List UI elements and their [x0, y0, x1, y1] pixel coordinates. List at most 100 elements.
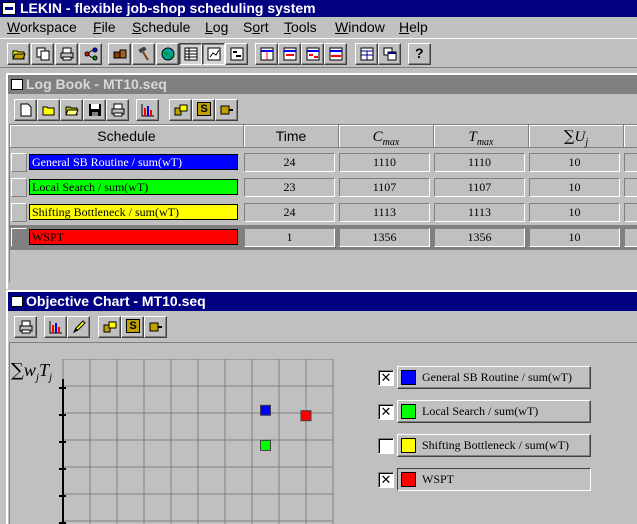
logbook-plugin-button[interactable] [215, 99, 238, 121]
logbook-rules-button[interactable] [169, 99, 192, 121]
cascade-button[interactable] [378, 43, 401, 65]
column-header-schedule[interactable]: Schedule [10, 125, 244, 148]
legend-item-shifting-bottleneck[interactable]: Shifting Bottleneck / sum(wT) [397, 434, 591, 457]
chart-print-button[interactable] [14, 316, 37, 338]
chart-edit-button[interactable] [67, 316, 90, 338]
schedule-name-cell[interactable]: Local Search / sum(wT) [29, 179, 238, 195]
legend-item-general-sb[interactable]: General SB Routine / sum(wT) [397, 366, 591, 389]
menu-sort[interactable]: Sort [243, 18, 269, 36]
legend-item-local-search[interactable]: Local Search / sum(wT) [397, 400, 591, 423]
gantt-detail-button[interactable] [324, 43, 347, 65]
folder-icon [65, 106, 79, 116]
row-marker[interactable] [11, 228, 27, 247]
help-button[interactable]: ? [408, 43, 431, 65]
pencil-icon [72, 320, 86, 334]
plot-points [260, 404, 312, 451]
windows-icon [383, 47, 397, 61]
logbook-folder-button[interactable] [60, 99, 83, 121]
extra-cell [624, 203, 637, 222]
gantt-job-button[interactable] [278, 43, 301, 65]
time-cell: 24 [244, 153, 335, 172]
logbook-new-button[interactable] [14, 99, 37, 121]
column-header-sum-uj[interactable]: ∑Uj [529, 125, 624, 148]
legend-checkbox-local-search[interactable]: ✕ [378, 404, 394, 420]
data-point[interactable] [300, 410, 312, 422]
time-cell: 23 [244, 178, 335, 197]
sum-uj-cell: 10 [529, 178, 620, 197]
legend-checkbox-shifting-bottleneck[interactable] [378, 438, 394, 454]
row-marker[interactable] [11, 203, 27, 222]
machines-button[interactable] [108, 43, 131, 65]
legend-checkbox-general-sb[interactable]: ✕ [378, 370, 394, 386]
legend-item-wspt[interactable]: WSPT [397, 468, 591, 491]
logbook-table: Schedule Time Cmax Tmax ∑Uj General SB R… [9, 124, 637, 282]
menu-file[interactable]: File [93, 18, 116, 36]
menu-help[interactable]: Help [399, 18, 428, 36]
chart-s-button[interactable]: S [121, 316, 144, 338]
objective-chart-window-icon[interactable] [11, 296, 23, 307]
bar-chart-icon [49, 321, 62, 334]
data-point[interactable] [260, 404, 271, 416]
tmax-cell: 1356 [434, 228, 525, 247]
schedule-name-cell[interactable]: WSPT [29, 229, 238, 245]
chart-plugin-button[interactable] [144, 316, 167, 338]
legend-checkbox-wspt[interactable]: ✕ [378, 472, 394, 488]
cmax-cell: 1107 [339, 178, 430, 197]
menu-schedule[interactable]: Schedule [132, 18, 190, 36]
gantt-compare-button[interactable] [301, 43, 324, 65]
column-header-cmax[interactable]: Cmax [339, 125, 434, 148]
legend-swatch [401, 370, 416, 385]
logbook-window-icon[interactable] [11, 79, 23, 90]
gantt-machine-button[interactable] [255, 43, 278, 65]
menu-workspace[interactable]: Workspace [7, 18, 77, 36]
hammer-button[interactable] [132, 43, 155, 65]
chart-bar-button[interactable] [44, 316, 67, 338]
open-icon [12, 50, 26, 60]
copy-button[interactable] [31, 43, 54, 65]
tile-button[interactable] [355, 43, 378, 65]
open-workspace-button[interactable] [7, 43, 30, 65]
globe-button[interactable] [156, 43, 179, 65]
logbook-s-button[interactable]: S [192, 99, 215, 121]
tmax-cell: 1110 [434, 153, 525, 172]
column-header-tmax[interactable]: Tmax [434, 125, 529, 148]
schedule-name-cell[interactable]: General SB Routine / sum(wT) [29, 154, 238, 170]
logbook-toolbar: S [9, 96, 637, 124]
network-icon [84, 47, 98, 61]
app-icon[interactable] [2, 2, 16, 15]
objective-chart-title-bar[interactable]: Objective Chart - MT10.seq [8, 292, 637, 311]
chart-view-button[interactable] [202, 43, 225, 65]
column-header-extra[interactable] [624, 125, 637, 148]
chart-rules-button[interactable] [98, 316, 121, 338]
scatter-plot[interactable] [59, 359, 339, 524]
schedule-name-cell[interactable]: Shifting Bottleneck / sum(wT) [29, 204, 238, 220]
menu-log[interactable]: Log [205, 18, 228, 36]
data-point[interactable] [260, 439, 271, 451]
bar-chart-icon [141, 104, 154, 117]
row-marker[interactable] [11, 178, 27, 197]
network-button[interactable] [79, 43, 102, 65]
column-header-time[interactable]: Time [244, 125, 339, 148]
row-marker[interactable] [11, 153, 27, 172]
logbook-open-button[interactable] [37, 99, 60, 121]
logbook-title-bar[interactable]: Log Book - MT10.seq [8, 75, 637, 94]
logbook-title: Log Book - MT10.seq [26, 76, 167, 92]
legend-label: Shifting Bottleneck / sum(wT) [422, 438, 569, 452]
gantt-button[interactable] [225, 43, 248, 65]
print-icon [19, 320, 33, 334]
logbook-save-button[interactable] [83, 99, 106, 121]
logbook-print-button[interactable] [106, 99, 129, 121]
objective-chart-title: Objective Chart - MT10.seq [26, 293, 206, 309]
print-button[interactable] [55, 43, 78, 65]
table-view-button[interactable] [179, 43, 202, 65]
cmax-cell: 1113 [339, 203, 430, 222]
print-icon [60, 47, 74, 61]
table-icon [184, 47, 198, 61]
sum-uj-cell: 10 [529, 203, 620, 222]
logbook-chart-button[interactable] [136, 99, 159, 121]
menu-window[interactable]: Window [335, 18, 385, 36]
extra-cell [624, 153, 637, 172]
legend-swatch [401, 404, 416, 419]
legend-label: General SB Routine / sum(wT) [422, 370, 572, 384]
menu-tools[interactable]: Tools [284, 18, 317, 36]
